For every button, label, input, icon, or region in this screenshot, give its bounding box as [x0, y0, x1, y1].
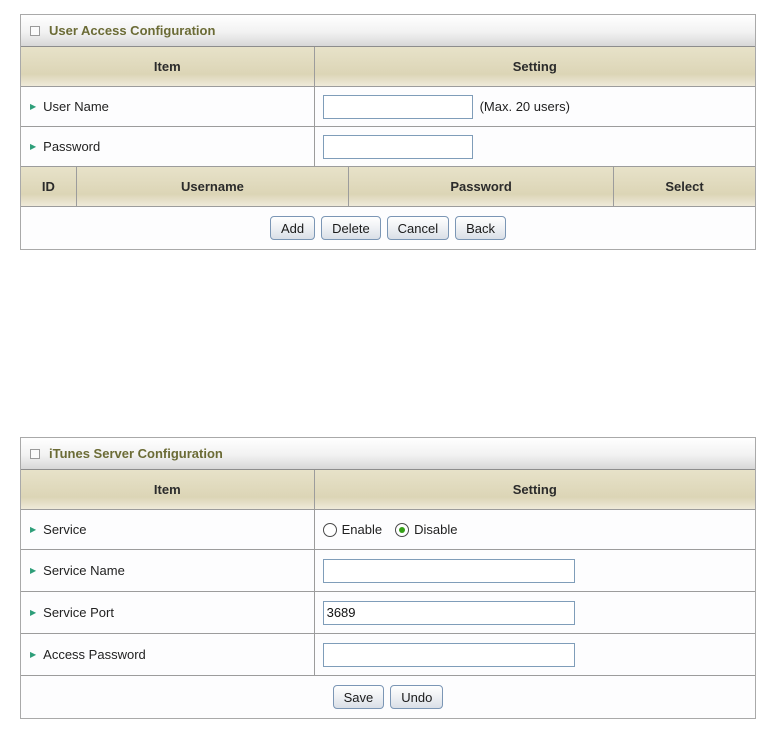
- access-password-input[interactable]: [322, 642, 575, 667]
- itunes-button-row: Save Undo: [21, 676, 755, 718]
- user-access-button-row: Add Delete Cancel Back: [21, 207, 755, 249]
- item-column-header: Item: [21, 470, 315, 509]
- password-input[interactable]: [322, 134, 473, 159]
- back-button[interactable]: Back: [455, 216, 507, 240]
- service-label: Service: [43, 522, 87, 537]
- arrow-bullet-icon: ▶: [30, 524, 37, 534]
- disable-radio-label[interactable]: Disable: [414, 522, 457, 537]
- arrow-bullet-icon: ▶: [30, 607, 37, 617]
- service-port-input[interactable]: [322, 600, 575, 625]
- setting-column-header: Setting: [512, 482, 557, 497]
- username-label: User Name: [43, 99, 109, 114]
- save-button[interactable]: Save: [332, 685, 385, 709]
- select-column-header: Select: [665, 179, 704, 194]
- service-row: ▶ Service Enable Disable: [21, 510, 755, 550]
- arrow-bullet-icon: ▶: [30, 649, 37, 659]
- setting-column-header: Setting: [512, 59, 557, 74]
- username-input[interactable]: [322, 94, 473, 119]
- service-port-row: ▶ Service Port: [21, 592, 755, 634]
- user-access-panel: User Access Configuration Item Setting ▶…: [20, 14, 756, 250]
- arrow-bullet-icon: ▶: [30, 565, 37, 575]
- password-row: ▶ Password: [21, 127, 755, 167]
- access-password-row: ▶ Access Password: [21, 634, 755, 676]
- cancel-button[interactable]: Cancel: [386, 216, 450, 240]
- arrow-bullet-icon: ▶: [30, 101, 37, 111]
- service-name-label: Service Name: [43, 563, 125, 578]
- delete-button[interactable]: Delete: [321, 216, 381, 240]
- username-note: (Max. 20 users): [479, 99, 570, 114]
- itunes-header-row: Item Setting: [21, 470, 755, 510]
- arrow-bullet-icon: ▶: [30, 141, 37, 151]
- user-access-header-row: Item Setting: [21, 47, 755, 87]
- disable-radio[interactable]: [395, 522, 410, 537]
- id-column-header: ID: [21, 167, 77, 206]
- item-column-header: Item: [21, 47, 315, 86]
- section-square-icon: [30, 448, 40, 459]
- password-label: Password: [43, 139, 101, 154]
- itunes-titlebar: iTunes Server Configuration: [21, 438, 755, 470]
- username-row: ▶ User Name (Max. 20 users): [21, 87, 755, 127]
- section-square-icon: [30, 25, 40, 36]
- enable-radio[interactable]: [322, 522, 337, 537]
- username-column-header: Username: [77, 167, 350, 206]
- itunes-server-panel: iTunes Server Configuration Item Setting…: [20, 437, 756, 719]
- enable-radio-label[interactable]: Enable: [342, 522, 382, 537]
- undo-button[interactable]: Undo: [390, 685, 444, 709]
- password-column-header: Password: [349, 167, 615, 206]
- user-access-titlebar: User Access Configuration: [21, 15, 755, 47]
- service-name-input[interactable]: [322, 558, 575, 583]
- service-port-label: Service Port: [43, 605, 114, 620]
- user-table-header-row: ID Username Password Select: [21, 167, 755, 207]
- add-button[interactable]: Add: [269, 216, 316, 240]
- access-password-label: Access Password: [43, 647, 146, 662]
- user-access-title: User Access Configuration: [49, 23, 216, 38]
- itunes-title: iTunes Server Configuration: [49, 446, 223, 461]
- service-name-row: ▶ Service Name: [21, 550, 755, 592]
